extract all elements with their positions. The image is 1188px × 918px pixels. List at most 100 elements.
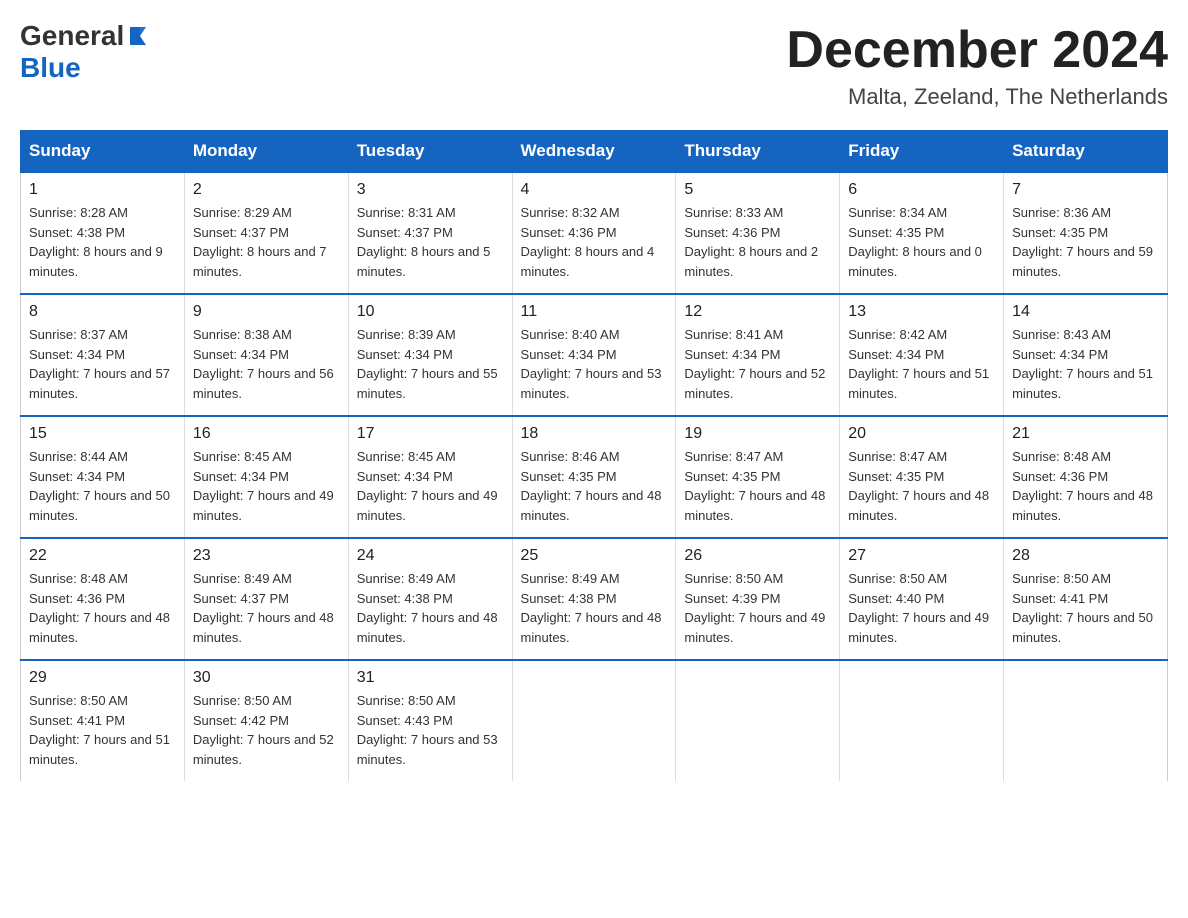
day-info: Sunrise: 8:50 AMSunset: 4:42 PMDaylight:… xyxy=(193,691,340,769)
calendar-cell: 6 Sunrise: 8:34 AMSunset: 4:35 PMDayligh… xyxy=(840,172,1004,294)
calendar-cell: 4 Sunrise: 8:32 AMSunset: 4:36 PMDayligh… xyxy=(512,172,676,294)
day-number: 8 xyxy=(29,303,176,321)
day-info: Sunrise: 8:50 AMSunset: 4:41 PMDaylight:… xyxy=(1012,569,1159,647)
day-info: Sunrise: 8:44 AMSunset: 4:34 PMDaylight:… xyxy=(29,447,176,525)
day-info: Sunrise: 8:32 AMSunset: 4:36 PMDaylight:… xyxy=(521,203,668,281)
calendar-cell: 25 Sunrise: 8:49 AMSunset: 4:38 PMDaylig… xyxy=(512,538,676,660)
day-number: 11 xyxy=(521,303,668,321)
calendar-cell: 3 Sunrise: 8:31 AMSunset: 4:37 PMDayligh… xyxy=(348,172,512,294)
day-info: Sunrise: 8:50 AMSunset: 4:40 PMDaylight:… xyxy=(848,569,995,647)
column-header-saturday: Saturday xyxy=(1004,131,1168,173)
calendar-cell: 18 Sunrise: 8:46 AMSunset: 4:35 PMDaylig… xyxy=(512,416,676,538)
calendar-cell: 17 Sunrise: 8:45 AMSunset: 4:34 PMDaylig… xyxy=(348,416,512,538)
day-info: Sunrise: 8:29 AMSunset: 4:37 PMDaylight:… xyxy=(193,203,340,281)
calendar-cell: 8 Sunrise: 8:37 AMSunset: 4:34 PMDayligh… xyxy=(21,294,185,416)
day-number: 26 xyxy=(684,547,831,565)
location-subtitle: Malta, Zeeland, The Netherlands xyxy=(786,84,1168,110)
day-number: 24 xyxy=(357,547,504,565)
calendar-week-row: 29 Sunrise: 8:50 AMSunset: 4:41 PMDaylig… xyxy=(21,660,1168,781)
day-number: 22 xyxy=(29,547,176,565)
day-info: Sunrise: 8:48 AMSunset: 4:36 PMDaylight:… xyxy=(29,569,176,647)
column-header-friday: Friday xyxy=(840,131,1004,173)
calendar-cell: 28 Sunrise: 8:50 AMSunset: 4:41 PMDaylig… xyxy=(1004,538,1168,660)
page-header: General Blue December 2024 Malta, Zeelan… xyxy=(20,20,1168,110)
day-number: 17 xyxy=(357,425,504,443)
column-header-monday: Monday xyxy=(184,131,348,173)
calendar-cell: 24 Sunrise: 8:49 AMSunset: 4:38 PMDaylig… xyxy=(348,538,512,660)
calendar-cell: 20 Sunrise: 8:47 AMSunset: 4:35 PMDaylig… xyxy=(840,416,1004,538)
day-info: Sunrise: 8:45 AMSunset: 4:34 PMDaylight:… xyxy=(193,447,340,525)
logo-blue-text: Blue xyxy=(20,52,148,84)
day-info: Sunrise: 8:42 AMSunset: 4:34 PMDaylight:… xyxy=(848,325,995,403)
calendar-week-row: 8 Sunrise: 8:37 AMSunset: 4:34 PMDayligh… xyxy=(21,294,1168,416)
calendar-cell: 16 Sunrise: 8:45 AMSunset: 4:34 PMDaylig… xyxy=(184,416,348,538)
day-number: 5 xyxy=(684,181,831,199)
day-number: 4 xyxy=(521,181,668,199)
day-info: Sunrise: 8:28 AMSunset: 4:38 PMDaylight:… xyxy=(29,203,176,281)
calendar-cell: 12 Sunrise: 8:41 AMSunset: 4:34 PMDaylig… xyxy=(676,294,840,416)
day-info: Sunrise: 8:48 AMSunset: 4:36 PMDaylight:… xyxy=(1012,447,1159,525)
day-number: 28 xyxy=(1012,547,1159,565)
calendar-cell: 1 Sunrise: 8:28 AMSunset: 4:38 PMDayligh… xyxy=(21,172,185,294)
day-number: 20 xyxy=(848,425,995,443)
calendar-cell: 15 Sunrise: 8:44 AMSunset: 4:34 PMDaylig… xyxy=(21,416,185,538)
calendar-cell xyxy=(1004,660,1168,781)
calendar-cell: 27 Sunrise: 8:50 AMSunset: 4:40 PMDaylig… xyxy=(840,538,1004,660)
day-number: 10 xyxy=(357,303,504,321)
calendar-cell: 23 Sunrise: 8:49 AMSunset: 4:37 PMDaylig… xyxy=(184,538,348,660)
calendar-cell: 19 Sunrise: 8:47 AMSunset: 4:35 PMDaylig… xyxy=(676,416,840,538)
day-info: Sunrise: 8:47 AMSunset: 4:35 PMDaylight:… xyxy=(684,447,831,525)
calendar-cell: 9 Sunrise: 8:38 AMSunset: 4:34 PMDayligh… xyxy=(184,294,348,416)
day-info: Sunrise: 8:45 AMSunset: 4:34 PMDaylight:… xyxy=(357,447,504,525)
calendar-cell: 30 Sunrise: 8:50 AMSunset: 4:42 PMDaylig… xyxy=(184,660,348,781)
day-info: Sunrise: 8:40 AMSunset: 4:34 PMDaylight:… xyxy=(521,325,668,403)
day-number: 13 xyxy=(848,303,995,321)
logo-flag-icon xyxy=(126,25,148,47)
day-number: 1 xyxy=(29,181,176,199)
day-number: 14 xyxy=(1012,303,1159,321)
day-number: 21 xyxy=(1012,425,1159,443)
calendar-cell: 5 Sunrise: 8:33 AMSunset: 4:36 PMDayligh… xyxy=(676,172,840,294)
calendar-cell: 31 Sunrise: 8:50 AMSunset: 4:43 PMDaylig… xyxy=(348,660,512,781)
calendar-cell: 14 Sunrise: 8:43 AMSunset: 4:34 PMDaylig… xyxy=(1004,294,1168,416)
calendar-week-row: 22 Sunrise: 8:48 AMSunset: 4:36 PMDaylig… xyxy=(21,538,1168,660)
calendar-cell: 26 Sunrise: 8:50 AMSunset: 4:39 PMDaylig… xyxy=(676,538,840,660)
day-number: 19 xyxy=(684,425,831,443)
day-number: 15 xyxy=(29,425,176,443)
day-number: 3 xyxy=(357,181,504,199)
calendar-cell xyxy=(512,660,676,781)
calendar-week-row: 1 Sunrise: 8:28 AMSunset: 4:38 PMDayligh… xyxy=(21,172,1168,294)
column-header-thursday: Thursday xyxy=(676,131,840,173)
calendar-cell: 2 Sunrise: 8:29 AMSunset: 4:37 PMDayligh… xyxy=(184,172,348,294)
calendar-cell: 10 Sunrise: 8:39 AMSunset: 4:34 PMDaylig… xyxy=(348,294,512,416)
column-header-wednesday: Wednesday xyxy=(512,131,676,173)
day-info: Sunrise: 8:39 AMSunset: 4:34 PMDaylight:… xyxy=(357,325,504,403)
day-info: Sunrise: 8:47 AMSunset: 4:35 PMDaylight:… xyxy=(848,447,995,525)
calendar-cell: 11 Sunrise: 8:40 AMSunset: 4:34 PMDaylig… xyxy=(512,294,676,416)
day-info: Sunrise: 8:49 AMSunset: 4:38 PMDaylight:… xyxy=(521,569,668,647)
day-info: Sunrise: 8:34 AMSunset: 4:35 PMDaylight:… xyxy=(848,203,995,281)
day-number: 29 xyxy=(29,669,176,687)
day-number: 25 xyxy=(521,547,668,565)
calendar-cell: 7 Sunrise: 8:36 AMSunset: 4:35 PMDayligh… xyxy=(1004,172,1168,294)
day-info: Sunrise: 8:43 AMSunset: 4:34 PMDaylight:… xyxy=(1012,325,1159,403)
day-number: 23 xyxy=(193,547,340,565)
calendar-cell: 21 Sunrise: 8:48 AMSunset: 4:36 PMDaylig… xyxy=(1004,416,1168,538)
day-number: 6 xyxy=(848,181,995,199)
column-header-sunday: Sunday xyxy=(21,131,185,173)
calendar-table: SundayMondayTuesdayWednesdayThursdayFrid… xyxy=(20,130,1168,781)
day-info: Sunrise: 8:38 AMSunset: 4:34 PMDaylight:… xyxy=(193,325,340,403)
day-number: 7 xyxy=(1012,181,1159,199)
calendar-header-row: SundayMondayTuesdayWednesdayThursdayFrid… xyxy=(21,131,1168,173)
day-info: Sunrise: 8:31 AMSunset: 4:37 PMDaylight:… xyxy=(357,203,504,281)
calendar-cell: 29 Sunrise: 8:50 AMSunset: 4:41 PMDaylig… xyxy=(21,660,185,781)
calendar-cell: 22 Sunrise: 8:48 AMSunset: 4:36 PMDaylig… xyxy=(21,538,185,660)
day-number: 2 xyxy=(193,181,340,199)
calendar-cell xyxy=(676,660,840,781)
day-info: Sunrise: 8:49 AMSunset: 4:37 PMDaylight:… xyxy=(193,569,340,647)
day-info: Sunrise: 8:41 AMSunset: 4:34 PMDaylight:… xyxy=(684,325,831,403)
day-info: Sunrise: 8:37 AMSunset: 4:34 PMDaylight:… xyxy=(29,325,176,403)
day-info: Sunrise: 8:49 AMSunset: 4:38 PMDaylight:… xyxy=(357,569,504,647)
day-number: 12 xyxy=(684,303,831,321)
column-header-tuesday: Tuesday xyxy=(348,131,512,173)
